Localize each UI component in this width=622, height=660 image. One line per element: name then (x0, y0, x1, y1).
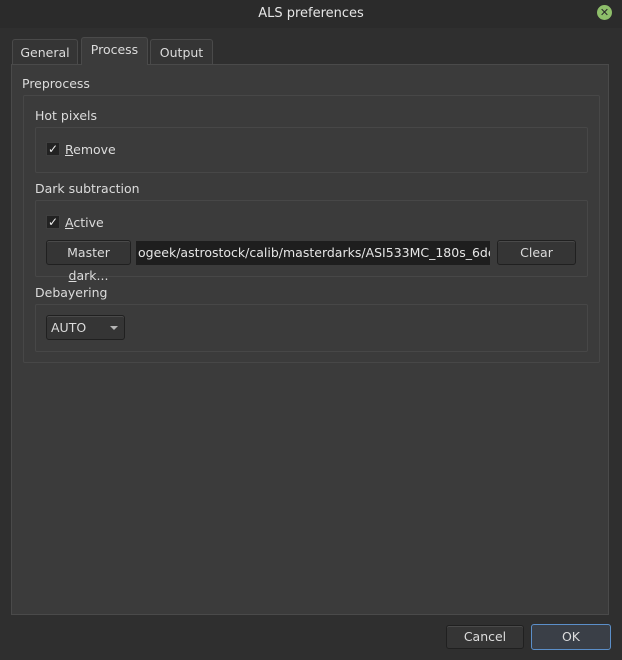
close-icon[interactable]: ✕ (597, 5, 612, 20)
label-text: ark... (76, 268, 109, 283)
tab-label: Output (159, 45, 204, 60)
hot-pixels-group (35, 127, 588, 173)
dark-subtraction-group-title: Dark subtraction (35, 181, 140, 196)
dark-subtraction-group (35, 200, 588, 277)
remove-checkbox[interactable]: ✓ (46, 142, 60, 156)
tab-process[interactable]: Process (81, 37, 148, 65)
ok-button[interactable]: OK (531, 624, 611, 650)
tab-label: Process (90, 42, 139, 57)
chevron-down-icon (110, 326, 118, 330)
debayering-group-title: Debayering (35, 285, 108, 300)
preprocess-group-title: Preprocess (22, 76, 90, 91)
label-text: emove (73, 142, 116, 157)
mnemonic: R (65, 142, 74, 157)
label-text: Master (67, 245, 110, 260)
window-title: ALS preferences (258, 6, 364, 21)
label-text: ctive (73, 215, 104, 230)
cancel-button[interactable]: Cancel (446, 625, 524, 649)
tab-general[interactable]: General (12, 39, 78, 64)
active-checkbox[interactable]: ✓ (46, 215, 60, 229)
master-dark-button[interactable]: Master dark... (46, 240, 131, 283)
clear-button[interactable]: Clear (497, 240, 576, 265)
hot-pixels-group-title: Hot pixels (35, 108, 98, 123)
remove-label[interactable]: Remove (65, 142, 116, 157)
debayering-dropdown[interactable]: AUTO (46, 315, 125, 340)
master-dark-path-field[interactable]: ogeek/astrostock/calib/masterdarks/ASI53… (136, 241, 490, 265)
active-label[interactable]: Active (65, 215, 104, 230)
dropdown-value: AUTO (51, 320, 87, 335)
tab-output[interactable]: Output (150, 39, 213, 64)
tab-label: General (20, 45, 70, 60)
title-bar: ALS preferences ✕ (0, 0, 622, 28)
